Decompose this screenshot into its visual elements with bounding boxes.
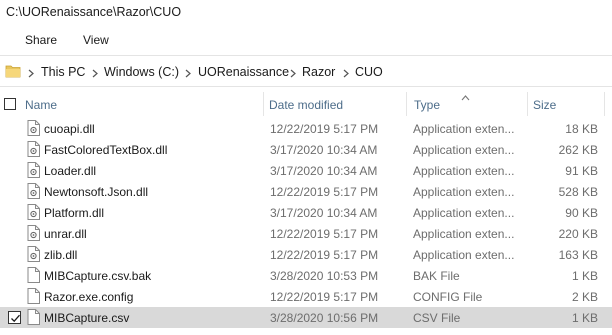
file-icon (27, 288, 40, 307)
chevron-right-icon[interactable] (290, 67, 296, 81)
file-icon (27, 267, 40, 286)
file-date-modified: 12/22/2019 5:17 PM (270, 122, 379, 136)
file-size: 2 KB (571, 290, 598, 304)
select-all-checkbox[interactable] (4, 98, 16, 110)
address-bar[interactable]: This PC Windows (C:) UORenaissance Razor… (0, 57, 612, 87)
file-size: 1 KB (571, 269, 598, 283)
column-date-modified[interactable]: Date modified (269, 98, 343, 112)
ribbon-tab-share[interactable]: Share (25, 33, 57, 47)
file-name: zlib.dll (44, 248, 78, 262)
file-date-modified: 12/22/2019 5:17 PM (270, 248, 379, 262)
file-date-modified: 12/22/2019 5:17 PM (270, 290, 379, 304)
file-type: Application exten... (413, 122, 515, 136)
file-size: 91 KB (565, 164, 598, 178)
column-divider[interactable] (263, 92, 264, 116)
breadcrumb-cuo[interactable]: CUO (355, 65, 383, 79)
file-name: Razor.exe.config (44, 290, 134, 304)
file-size: 90 KB (565, 206, 598, 220)
column-divider[interactable] (604, 92, 605, 116)
dll-icon (27, 225, 40, 244)
file-row[interactable]: FastColoredTextBox.dll 3/17/2020 10:34 AM… (0, 139, 612, 160)
dll-icon (27, 141, 40, 160)
file-row[interactable]: cuoapi.dll 12/22/2019 5:17 PM Application … (0, 118, 612, 139)
file-type: Application exten... (413, 185, 515, 199)
file-type: Application exten... (413, 143, 515, 157)
file-date-modified: 3/17/2020 10:34 AM (270, 143, 378, 157)
file-row[interactable]: zlib.dll 12/22/2019 5:17 PM Application ex… (0, 244, 612, 265)
file-name: MIBCapture.csv.bak (44, 269, 152, 283)
file-name: Newtonsoft.Json.dll (44, 185, 149, 199)
file-type: Application exten... (413, 248, 515, 262)
column-name[interactable]: Name (25, 98, 57, 112)
dll-icon (27, 246, 40, 265)
file-row[interactable]: unrar.dll 12/22/2019 5:17 PM Application e… (0, 223, 612, 244)
file-row[interactable]: Loader.dll 3/17/2020 10:34 AM Application … (0, 160, 612, 181)
file-date-modified: 12/22/2019 5:17 PM (270, 185, 379, 199)
column-divider[interactable] (406, 92, 407, 116)
file-size: 528 KB (558, 185, 598, 199)
file-size: 262 KB (558, 143, 598, 157)
file-type: Application exten... (413, 164, 515, 178)
chevron-right-icon[interactable] (92, 67, 98, 81)
file-name: Loader.dll (44, 164, 97, 178)
file-name: FastColoredTextBox.dll (44, 143, 168, 157)
dll-icon (27, 204, 40, 223)
file-name: MIBCapture.csv (44, 311, 130, 325)
file-name: Platform.dll (44, 206, 105, 220)
file-size: 1 KB (571, 311, 598, 325)
chevron-right-icon[interactable] (28, 67, 34, 81)
file-name: cuoapi.dll (44, 122, 95, 136)
dll-icon (27, 120, 40, 139)
ribbon-tab-view[interactable]: View (83, 33, 109, 47)
file-name: unrar.dll (44, 227, 87, 241)
file-size: 18 KB (565, 122, 598, 136)
file-row[interactable]: MIBCapture.csv 3/28/2020 10:56 PM CSV File… (0, 307, 612, 328)
sort-ascending-icon (461, 90, 470, 104)
breadcrumb-razor[interactable]: Razor (302, 65, 335, 79)
file-date-modified: 12/22/2019 5:17 PM (270, 227, 379, 241)
folder-icon (5, 63, 21, 82)
column-type[interactable]: Type (414, 98, 440, 112)
column-divider[interactable] (527, 92, 528, 116)
file-list: cuoapi.dll 12/22/2019 5:17 PM Application … (0, 118, 612, 328)
file-size: 220 KB (558, 227, 598, 241)
file-row[interactable]: Newtonsoft.Json.dll 12/22/2019 5:17 PM App… (0, 181, 612, 202)
chevron-right-icon[interactable] (185, 67, 191, 81)
breadcrumb-uorenaissance[interactable]: UORenaissance (198, 65, 289, 79)
file-type: CONFIG File (413, 290, 483, 304)
breadcrumb-this-pc[interactable]: This PC (41, 65, 85, 79)
file-icon (27, 309, 40, 328)
column-size[interactable]: Size (533, 98, 556, 112)
file-row[interactable]: Platform.dll 3/17/2020 10:34 AM Applicatio… (0, 202, 612, 223)
file-row[interactable]: MIBCapture.csv.bak 3/28/2020 10:53 PM BAK … (0, 265, 612, 286)
file-type: CSV File (413, 311, 461, 325)
ribbon: Share View (0, 26, 612, 56)
file-date-modified: 3/17/2020 10:34 AM (270, 164, 378, 178)
file-size: 163 KB (558, 248, 598, 262)
row-checkbox[interactable] (8, 311, 21, 324)
file-date-modified: 3/28/2020 10:56 PM (270, 311, 379, 325)
file-type: Application exten... (413, 227, 515, 241)
window-title: C:\UORenaissance\Razor\CUO (6, 5, 182, 19)
dll-icon (27, 162, 40, 181)
file-date-modified: 3/28/2020 10:53 PM (270, 269, 379, 283)
file-row[interactable]: Razor.exe.config 12/22/2019 5:17 PM CONFIG… (0, 286, 612, 307)
chevron-right-icon[interactable] (343, 67, 349, 81)
breadcrumb-windows-c[interactable]: Windows (C:) (104, 65, 179, 79)
file-type: Application exten... (413, 206, 515, 220)
column-header: Name Date modified Type Size (0, 92, 612, 116)
dll-icon (27, 183, 40, 202)
file-type: BAK File (413, 269, 460, 283)
file-date-modified: 3/17/2020 10:34 AM (270, 206, 378, 220)
